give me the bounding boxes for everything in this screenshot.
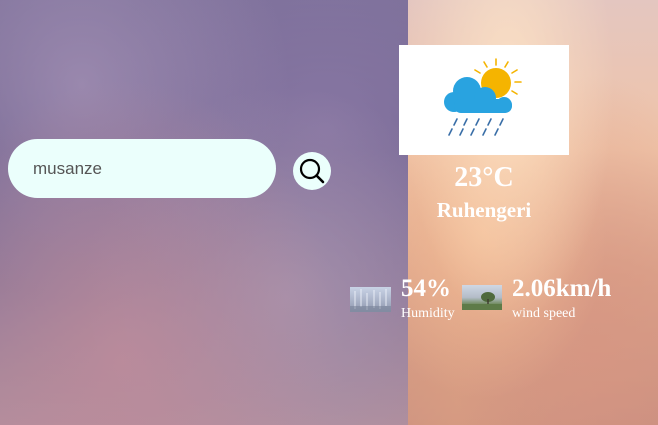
wind-speed-label: wind speed <box>512 306 576 321</box>
city-name: Ruhengeri <box>436 198 532 222</box>
city-search-input[interactable] <box>8 139 276 198</box>
wind-image <box>462 285 502 310</box>
weather-icon-card <box>399 45 569 155</box>
temperature: 23°C <box>454 162 514 193</box>
humidity-value: 54% <box>401 275 451 302</box>
wind-speed-value: 2.06km/h <box>512 275 612 302</box>
humidity-image <box>350 287 391 312</box>
rain-sun-cloud-icon <box>444 58 522 136</box>
sky-background-left <box>0 0 408 425</box>
humidity-label: Humidity <box>401 306 455 321</box>
search-button[interactable] <box>293 152 331 190</box>
search-icon <box>299 158 325 184</box>
